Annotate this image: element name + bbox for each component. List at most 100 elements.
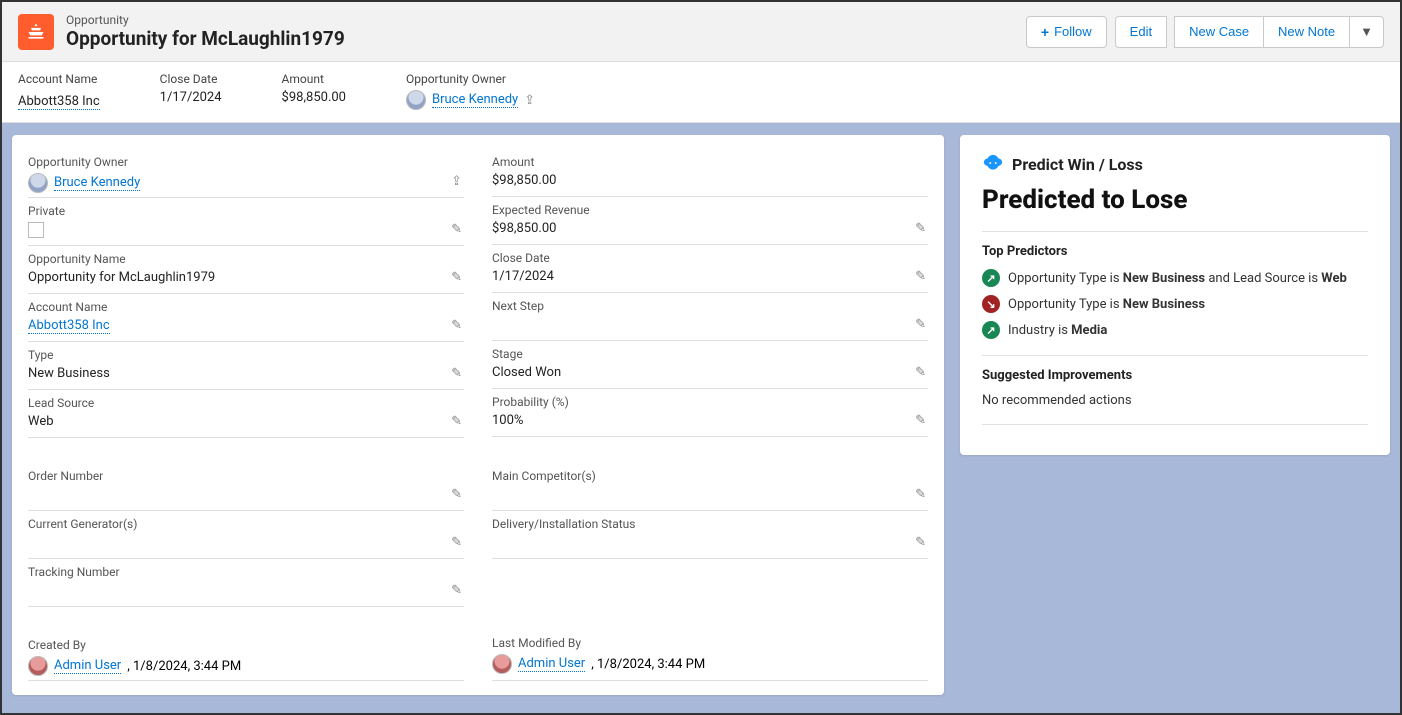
- field-label: Opportunity Owner: [28, 155, 464, 169]
- einstein-icon: [982, 153, 1004, 175]
- field-label: Created By: [28, 638, 464, 652]
- summary-close-date: Close Date 1/17/2024: [160, 72, 222, 110]
- avatar: [406, 90, 426, 110]
- modified-date: , 1/8/2024, 3:44 PM: [591, 657, 705, 672]
- field-next-step: Next Step ✎: [492, 293, 928, 341]
- field-lead-source: Lead Source Web ✎: [28, 390, 464, 438]
- field-main-competitor: Main Competitor(s) ✎: [492, 463, 928, 511]
- edit-icon[interactable]: ✎: [915, 487, 926, 502]
- summary-bar: Account Name Abbott358 Inc Close Date 1/…: [2, 62, 1400, 123]
- owner-link[interactable]: Bruce Kennedy: [432, 92, 518, 108]
- predictor-text: Opportunity Type is New Business and Lea…: [1008, 271, 1347, 286]
- created-date: , 1/8/2024, 3:44 PM: [127, 659, 241, 674]
- arrow-up-icon: ↗: [982, 269, 1000, 287]
- avatar: [28, 173, 48, 193]
- account-link[interactable]: Abbott358 Inc: [28, 318, 110, 334]
- chevron-down-icon: ▼: [1360, 24, 1373, 39]
- field-value: $98,850.00: [492, 173, 928, 188]
- field-label: Next Step: [492, 299, 928, 313]
- field-delivery-status: Delivery/Installation Status ✎: [492, 511, 928, 559]
- field-label: Amount: [492, 155, 928, 169]
- edit-icon[interactable]: ✎: [915, 365, 926, 380]
- account-link[interactable]: Abbott358 Inc: [18, 94, 100, 110]
- field-type: Type New Business ✎: [28, 342, 464, 390]
- edit-icon[interactable]: ✎: [915, 317, 926, 332]
- field-probability: Probability (%) 100% ✎: [492, 389, 928, 437]
- edit-icon[interactable]: ✎: [451, 414, 462, 429]
- field-close-date: Close Date 1/17/2024 ✎: [492, 245, 928, 293]
- field-value: 1/17/2024: [492, 269, 928, 284]
- change-owner-icon[interactable]: ⇪: [524, 93, 535, 108]
- spacer: [492, 437, 928, 463]
- follow-button[interactable]: + Follow: [1026, 16, 1107, 48]
- edit-icon[interactable]: ✎: [451, 270, 462, 285]
- more-actions-button[interactable]: ▼: [1349, 16, 1384, 48]
- field-private: Private ✎: [28, 198, 464, 246]
- field-label: Close Date: [492, 251, 928, 265]
- field-amount: Amount $98,850.00: [492, 149, 928, 197]
- predictor-row: ↘ Opportunity Type is New Business: [982, 295, 1368, 313]
- field-order-number: Order Number ✎: [28, 463, 464, 511]
- edit-icon[interactable]: ✎: [915, 535, 926, 550]
- predict-header: Predict Win / Loss: [982, 153, 1368, 175]
- field-label: Tracking Number: [28, 565, 464, 579]
- owner-link[interactable]: Bruce Kennedy: [54, 175, 140, 191]
- opportunity-icon: [18, 14, 54, 50]
- predict-card: Predict Win / Loss Predicted to Lose Top…: [960, 135, 1390, 455]
- field-account-name: Account Name Abbott358 Inc ✎: [28, 294, 464, 342]
- field-opportunity-name: Opportunity Name Opportunity for McLaugh…: [28, 246, 464, 294]
- top-predictors-label: Top Predictors: [982, 244, 1368, 259]
- arrow-down-icon: ↘: [982, 295, 1000, 313]
- summary-value: $98,850.00: [282, 90, 346, 105]
- field-value: $98,850.00: [492, 221, 928, 236]
- field-value: 100%: [492, 413, 928, 428]
- edit-icon[interactable]: ✎: [451, 535, 462, 550]
- page-header: Opportunity Opportunity for McLaughlin19…: [2, 2, 1400, 62]
- field-value: Web: [28, 414, 464, 429]
- change-owner-icon[interactable]: ⇪: [451, 174, 462, 189]
- arrow-up-icon: ↗: [982, 321, 1000, 339]
- predictor-text: Industry is Media: [1008, 323, 1107, 338]
- header-titles: Opportunity Opportunity for McLaughlin19…: [66, 13, 1026, 50]
- field-tracking-number: Tracking Number ✎: [28, 559, 464, 607]
- user-link[interactable]: Admin User: [54, 658, 121, 674]
- new-case-button[interactable]: New Case: [1174, 16, 1264, 48]
- edit-button[interactable]: Edit: [1115, 16, 1167, 48]
- summary-account-name: Account Name Abbott358 Inc: [18, 72, 100, 110]
- detail-card: Opportunity Owner Bruce Kennedy ⇪ Privat…: [12, 135, 944, 695]
- divider: [982, 355, 1368, 356]
- spacer: [28, 607, 464, 632]
- edit-icon[interactable]: ✎: [915, 221, 926, 236]
- summary-label: Account Name: [18, 72, 100, 86]
- edit-icon[interactable]: ✎: [451, 318, 462, 333]
- field-expected-revenue: Expected Revenue $98,850.00 ✎: [492, 197, 928, 245]
- predictor-text: Opportunity Type is New Business: [1008, 297, 1205, 312]
- field-label: Opportunity Name: [28, 252, 464, 266]
- edit-icon[interactable]: ✎: [915, 269, 926, 284]
- field-label: Delivery/Installation Status: [492, 517, 928, 531]
- field-label: Stage: [492, 347, 928, 361]
- edit-icon[interactable]: ✎: [451, 222, 462, 237]
- detail-col-left: Opportunity Owner Bruce Kennedy ⇪ Privat…: [28, 149, 464, 681]
- summary-label: Close Date: [160, 72, 222, 86]
- field-label: Order Number: [28, 469, 464, 483]
- follow-label: Follow: [1054, 24, 1092, 39]
- field-created-by: Created By Admin User , 1/8/2024, 3:44 P…: [28, 632, 464, 681]
- user-link[interactable]: Admin User: [518, 656, 585, 672]
- avatar: [492, 654, 512, 674]
- body: Opportunity Owner Bruce Kennedy ⇪ Privat…: [2, 123, 1400, 714]
- field-label: Account Name: [28, 300, 464, 314]
- edit-icon[interactable]: ✎: [451, 366, 462, 381]
- header-actions: + Follow Edit New Case New Note ▼: [1026, 16, 1384, 48]
- avatar: [28, 656, 48, 676]
- field-label: Current Generator(s): [28, 517, 464, 531]
- summary-owner: Opportunity Owner Bruce Kennedy ⇪: [406, 72, 535, 110]
- new-note-button[interactable]: New Note: [1263, 16, 1350, 48]
- edit-icon[interactable]: ✎: [915, 413, 926, 428]
- edit-icon[interactable]: ✎: [451, 487, 462, 502]
- divider: [982, 231, 1368, 232]
- edit-icon[interactable]: ✎: [451, 583, 462, 598]
- suggested-text: No recommended actions: [982, 393, 1368, 408]
- field-owner: Opportunity Owner Bruce Kennedy ⇪: [28, 149, 464, 198]
- page-title: Opportunity for McLaughlin1979: [66, 27, 1026, 50]
